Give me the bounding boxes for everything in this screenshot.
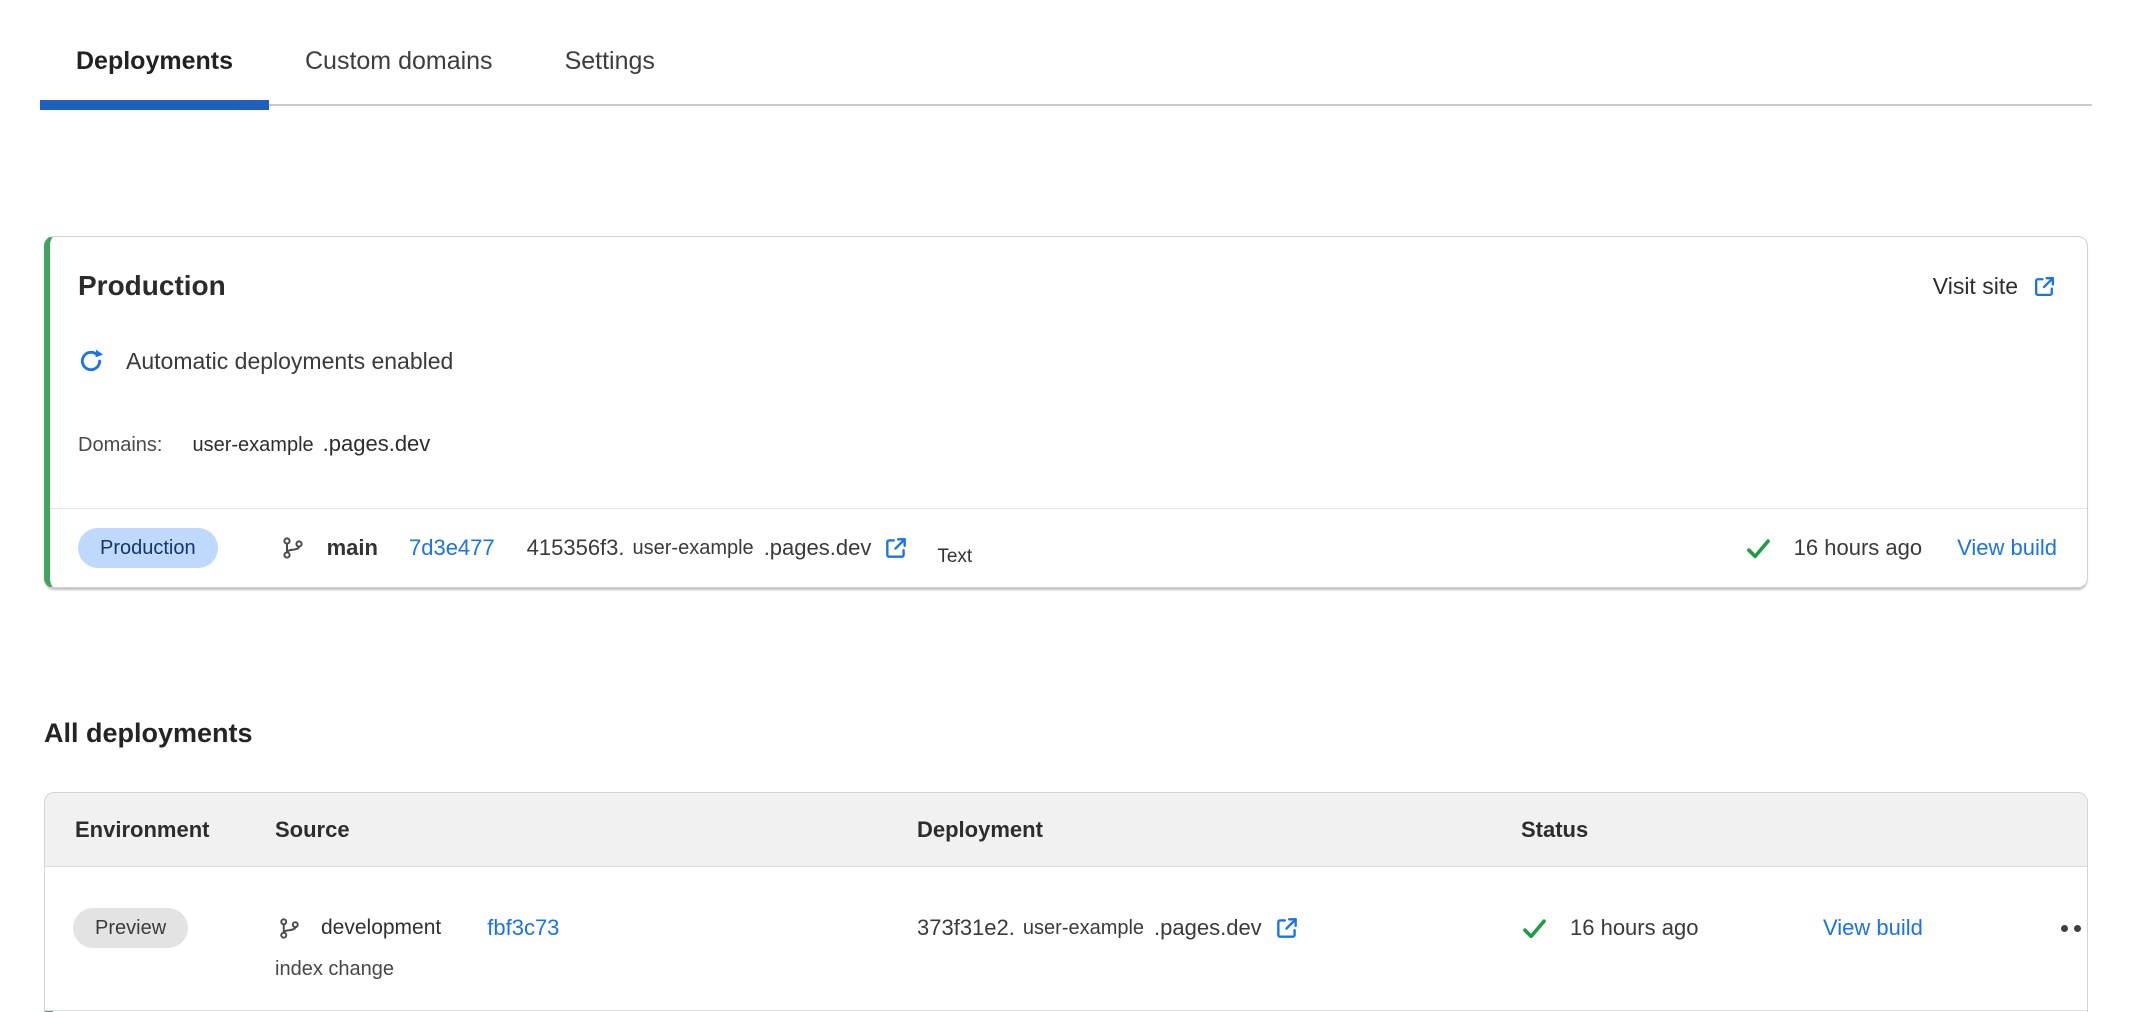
tab-custom-domains[interactable]: Custom domains [269, 30, 529, 104]
deployment-status: 16 hours ago [1745, 535, 1922, 562]
deployment-url-link[interactable]: 415356f3. user-example .pages.dev [527, 535, 910, 561]
commit-message: index change [275, 957, 917, 981]
tab-bar: Deployments Custom domains Settings [40, 30, 2092, 106]
commit-link[interactable]: 7d3e477 [409, 535, 495, 561]
domains-row: Domains: user-example .pages.dev [78, 431, 2057, 460]
deployment-note: Text [937, 546, 972, 568]
auto-deployments-status: Automatic deployments enabled [78, 347, 2057, 375]
row-menu-cell [2061, 907, 2088, 949]
status-cell: 16 hours ago [1521, 907, 1823, 949]
external-link-icon [883, 535, 909, 561]
environment-badge: Production [78, 528, 218, 568]
deployment-url-suffix: .pages.dev [764, 535, 872, 561]
environment-cell: Preview [45, 907, 275, 949]
overflow-menu-icon[interactable] [2061, 907, 2088, 949]
git-branch-icon [281, 536, 305, 560]
domain-name: user-example [192, 434, 313, 456]
production-card-top: Production Visit site Automatic deployme… [50, 237, 2087, 460]
column-header-environment: Environment [45, 817, 275, 843]
view-build-link[interactable]: View build [1823, 915, 1923, 941]
environment-badge: Preview [73, 908, 188, 948]
deployments-table: Environment Source Deployment Status Pre… [44, 792, 2088, 1012]
column-header-source: Source [275, 817, 917, 843]
deployment-table-row: Preview development fbf3c73 index change… [45, 867, 2087, 1011]
deployment-time: 16 hours ago [1570, 915, 1698, 941]
deployment-cell: 373f31e2. user-example .pages.dev [917, 907, 1521, 949]
table-header-row: Environment Source Deployment Status [45, 793, 2087, 867]
tab-deployments[interactable]: Deployments [40, 30, 269, 104]
deployment-time: 16 hours ago [1794, 535, 1922, 561]
git-branch-icon [278, 917, 301, 940]
deployment-url-prefix: 415356f3. [527, 535, 625, 561]
visit-site-label: Visit site [1933, 273, 2018, 300]
refresh-icon [78, 348, 104, 374]
deployment-url-name: user-example [633, 537, 754, 560]
deployment-url-suffix: .pages.dev [1154, 915, 1262, 941]
deployment-url-name: user-example [1023, 917, 1144, 940]
production-card-title: Production [78, 269, 226, 303]
source-cell: development fbf3c73 index change [275, 907, 917, 981]
branch-name: main [327, 535, 378, 561]
production-deployment-row: Production main 7d3e477 415356f3. user-e… [50, 509, 2087, 587]
external-link-icon [1274, 915, 1300, 941]
view-build-cell: View build [1823, 907, 2061, 949]
commit-link[interactable]: fbf3c73 [487, 915, 559, 941]
production-card-header: Production Visit site [78, 269, 2057, 303]
branch-name: development [321, 916, 441, 940]
production-domain-link[interactable]: user-example .pages.dev [192, 431, 430, 460]
all-deployments-title: All deployments [44, 716, 2132, 750]
visit-site-link[interactable]: Visit site [1933, 273, 2057, 300]
deployment-url-prefix: 373f31e2. [917, 915, 1015, 941]
external-link-icon [2032, 274, 2057, 299]
view-build-link[interactable]: View build [1957, 535, 2057, 561]
check-icon [1521, 915, 1548, 942]
tab-settings[interactable]: Settings [529, 30, 691, 104]
domains-label: Domains: [78, 432, 162, 458]
column-header-status: Status [1521, 817, 1823, 843]
column-header-deployment: Deployment [917, 817, 1521, 843]
auto-deployments-text: Automatic deployments enabled [126, 347, 453, 375]
domain-suffix: .pages.dev [323, 431, 431, 456]
deployment-url-link[interactable]: 373f31e2. user-example .pages.dev [917, 915, 1300, 941]
check-icon [1745, 535, 1772, 562]
pages-project-page: Deployments Custom domains Settings Prod… [0, 30, 2132, 1012]
production-card: Production Visit site Automatic deployme… [44, 236, 2088, 588]
